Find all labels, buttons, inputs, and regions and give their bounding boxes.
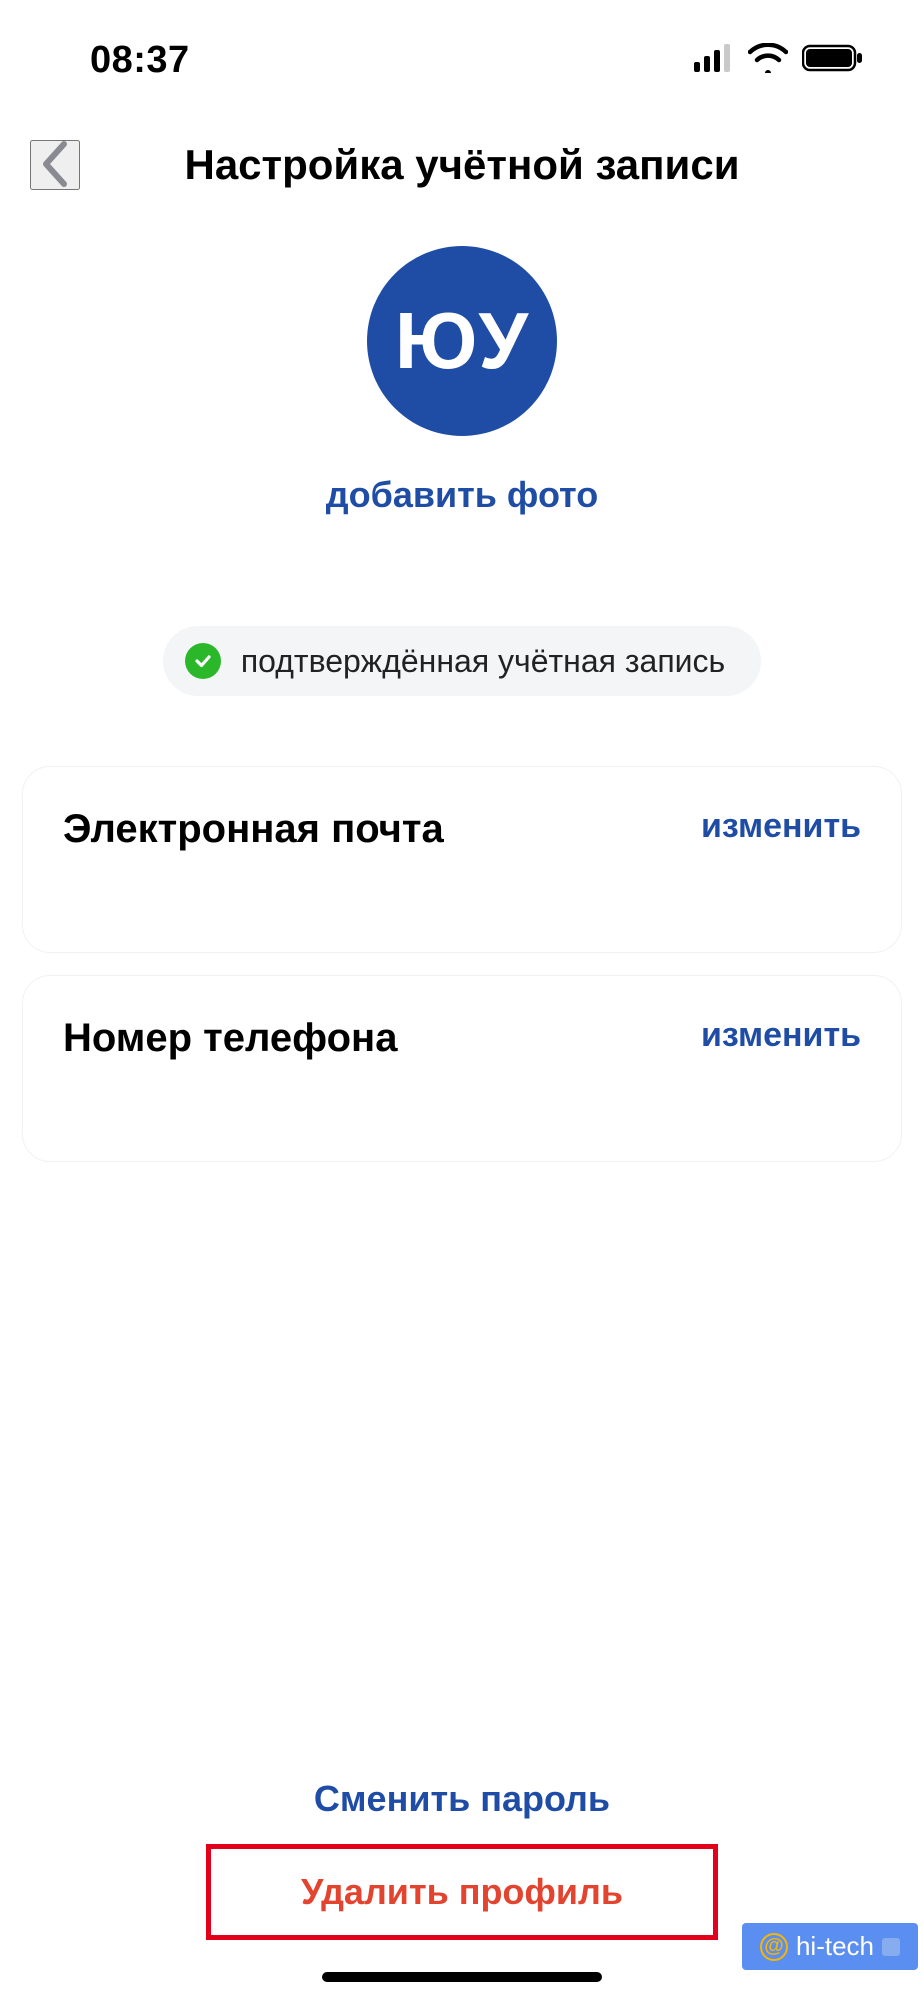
status-bar: 08:37 — [0, 0, 924, 120]
avatar-block: ЮУ добавить фото — [0, 246, 924, 516]
email-card: Электронная почта изменить — [22, 766, 902, 953]
add-photo-button[interactable]: добавить фото — [326, 474, 598, 516]
phone-card: Номер телефона изменить — [22, 975, 902, 1162]
verified-badge: подтверждённая учётная запись — [163, 626, 761, 696]
nav-header: Настройка учётной записи — [0, 120, 924, 210]
check-circle-icon — [185, 643, 221, 679]
home-indicator — [322, 1972, 602, 1982]
watermark-square-icon — [882, 1938, 900, 1956]
delete-profile-highlight: Удалить профиль — [206, 1844, 718, 1940]
page-title: Настройка учётной записи — [0, 141, 924, 189]
chevron-left-icon — [40, 140, 70, 191]
watermark: @ hi-tech — [742, 1923, 918, 1970]
avatar-initials: ЮУ — [395, 295, 529, 387]
email-title: Электронная почта — [63, 807, 444, 852]
verified-label: подтверждённая учётная запись — [241, 643, 725, 680]
email-change-button[interactable]: изменить — [701, 807, 861, 846]
watermark-text: hi-tech — [796, 1931, 874, 1962]
avatar[interactable]: ЮУ — [367, 246, 557, 436]
cellular-icon — [694, 44, 734, 77]
phone-title: Номер телефона — [63, 1016, 397, 1061]
status-indicators — [694, 43, 864, 78]
settings-cards: Электронная почта изменить Номер телефон… — [0, 766, 924, 1162]
battery-icon — [802, 43, 864, 78]
status-time: 08:37 — [90, 39, 190, 82]
delete-profile-button[interactable]: Удалить профиль — [301, 1871, 623, 1913]
change-password-button[interactable]: Сменить пароль — [314, 1778, 610, 1820]
wifi-icon — [748, 43, 788, 78]
at-icon: @ — [760, 1933, 788, 1961]
back-button[interactable] — [30, 140, 80, 190]
phone-change-button[interactable]: изменить — [701, 1016, 861, 1055]
